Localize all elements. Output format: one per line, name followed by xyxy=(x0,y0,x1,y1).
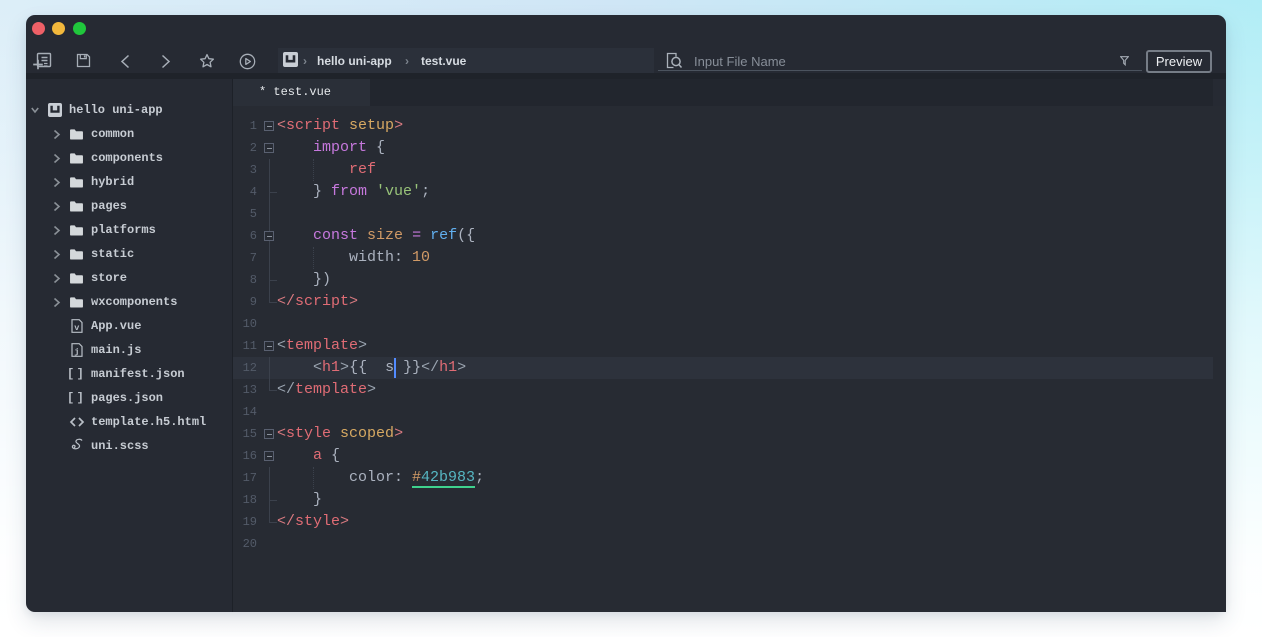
svg-text:j: j xyxy=(74,347,79,357)
svg-text:v: v xyxy=(74,323,79,333)
